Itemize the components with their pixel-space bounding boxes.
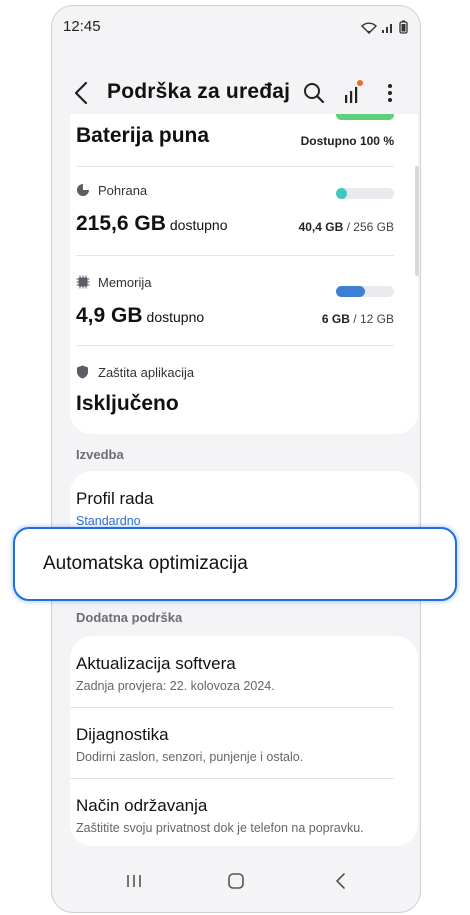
divider xyxy=(76,255,394,256)
section-header-additional-support: Dodatna podrška xyxy=(76,610,183,625)
more-vertical-icon[interactable] xyxy=(377,78,403,108)
item-title: Aktualizacija softvera xyxy=(76,654,236,673)
memory-label: Memorija xyxy=(98,275,152,290)
list-item-software-update[interactable]: Aktualizacija softvera Zadnja provjera: … xyxy=(76,654,394,693)
recent-apps-icon[interactable] xyxy=(119,866,149,896)
status-time: 12:45 xyxy=(63,18,101,35)
app-bar: Podrška za uređaj xyxy=(52,72,420,114)
status-bar: 12:45 xyxy=(63,18,408,38)
storage-bar-fill xyxy=(336,188,347,199)
list-item-maintenance-mode[interactable]: Način održavanja Zaštitite svoju privatn… xyxy=(76,796,394,835)
item-subtitle: Zadnja provjera: 22. kolovoza 2024. xyxy=(76,679,275,693)
back-nav-icon[interactable] xyxy=(326,866,356,896)
performance-profile-value: Standardno xyxy=(76,514,141,528)
storage-used: 40,4 GB xyxy=(298,220,344,234)
battery-row[interactable]: Baterija puna Dostupno 100 % xyxy=(76,114,394,162)
performance-profile-title: Profil rada xyxy=(76,489,154,508)
item-subtitle: Dodirni zaslon, senzori, punjenje i osta… xyxy=(76,750,304,764)
auto-optimization-item[interactable]: Automatska optimizacija xyxy=(13,527,457,601)
storage-value: 215,6 GB xyxy=(76,212,166,235)
page-title: Podrška za uređaj xyxy=(107,80,291,103)
app-protection-label: Zaštita aplikacija xyxy=(98,365,195,380)
divider xyxy=(70,778,394,779)
item-title: Način održavanja xyxy=(76,796,208,815)
section-header-performance: Izvedba xyxy=(76,447,124,462)
memory-chip-icon xyxy=(76,275,90,289)
divider xyxy=(76,345,394,346)
device-status-card: Baterija puna Dostupno 100 % Pohrana 215… xyxy=(70,114,418,434)
memory-bar-fill xyxy=(336,286,365,297)
memory-used: 6 GB xyxy=(321,312,350,326)
storage-unit: dostupno xyxy=(169,217,228,233)
item-subtitle: Zaštitite svoju privatnost dok je telefo… xyxy=(76,821,364,835)
shield-icon xyxy=(77,365,88,379)
additional-support-card: Aktualizacija softvera Zadnja provjera: … xyxy=(70,636,418,846)
home-icon[interactable] xyxy=(221,866,251,896)
battery-available: Dostupno 100 % xyxy=(300,134,394,148)
status-icons xyxy=(361,20,408,34)
memory-value-line: 4,9 GB dostupno xyxy=(76,304,204,328)
memory-value: 4,9 GB xyxy=(76,304,143,327)
memory-usage: 6 GB / 12 GB xyxy=(321,312,394,326)
diagnostics-bars-icon[interactable] xyxy=(340,78,366,108)
auto-optimization-label: Automatska optimizacija xyxy=(43,553,248,574)
search-icon[interactable] xyxy=(301,78,327,108)
scrollbar[interactable] xyxy=(415,166,419,276)
storage-bar xyxy=(336,188,394,199)
signal-icon xyxy=(382,23,392,33)
app-protection-row[interactable]: Zaštita aplikacija Isključeno xyxy=(76,362,394,422)
list-item-diagnostics[interactable]: Dijagnostika Dodirni zaslon, senzori, pu… xyxy=(76,725,394,764)
storage-label: Pohrana xyxy=(98,183,148,198)
notification-dot xyxy=(357,80,363,86)
memory-unit: dostupno xyxy=(146,309,205,325)
battery-bar xyxy=(336,114,394,120)
battery-icon xyxy=(399,20,408,34)
storage-row[interactable]: Pohrana 215,6 GB dostupno 40,4 GB / 256 G… xyxy=(76,180,394,240)
storage-usage: 40,4 GB / 256 GB xyxy=(298,220,394,234)
navigation-bar xyxy=(52,852,420,912)
phone-frame: 12:45 Podrška za uređaj Baterija puna Do… xyxy=(51,5,421,913)
app-protection-value: Isključeno xyxy=(76,392,179,415)
back-arrow-icon[interactable] xyxy=(70,78,94,108)
memory-total: 12 GB xyxy=(359,312,394,326)
item-title: Dijagnostika xyxy=(76,725,169,744)
battery-label: Baterija puna xyxy=(76,124,210,147)
storage-value-line: 215,6 GB dostupno xyxy=(76,212,228,236)
performance-profile-item[interactable]: Profil rada Standardno xyxy=(76,489,394,528)
divider xyxy=(70,707,394,708)
storage-total: 256 GB xyxy=(353,220,394,234)
divider xyxy=(76,166,394,167)
wifi-icon xyxy=(361,21,377,34)
memory-bar xyxy=(336,286,394,297)
memory-row[interactable]: Memorija 4,9 GB dostupno 6 GB / 12 GB xyxy=(76,272,394,332)
storage-pie-icon xyxy=(77,184,89,196)
